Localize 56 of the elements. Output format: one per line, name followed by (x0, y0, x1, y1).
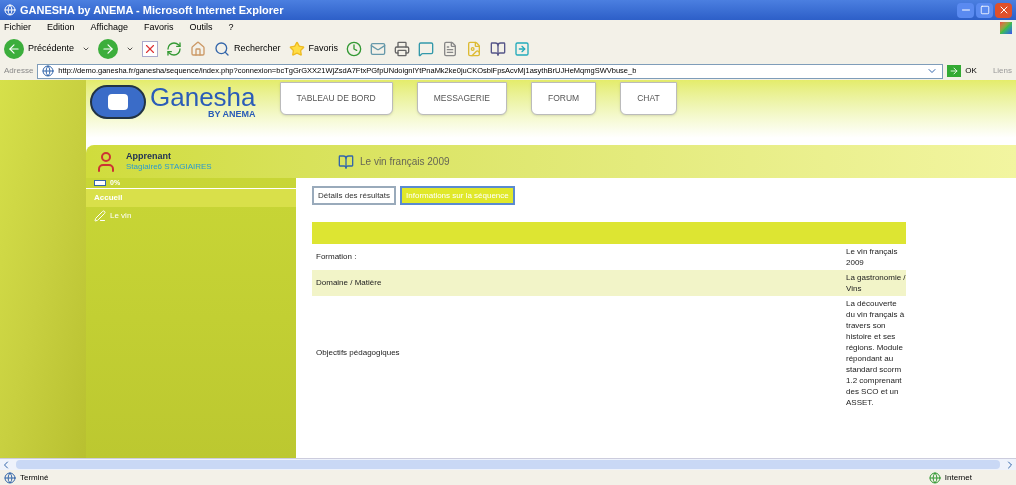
book-icon[interactable] (490, 41, 507, 57)
field-value: Le vin français 2009 (846, 246, 899, 269)
favorites-button[interactable]: Favoris (288, 41, 339, 57)
nav-tab[interactable]: MESSAGERIE (416, 82, 507, 115)
mail-icon[interactable] (370, 41, 387, 57)
field-value: La découverte du vin français à travers son histoire et ses régions. Module répondant au standard scorm 1.2 comprenant des SCO et un ASSET. (846, 298, 906, 409)
book-icon (336, 153, 356, 170)
messenger-icon[interactable] (418, 41, 435, 57)
field-label: Domaine / Matière (315, 277, 383, 289)
window-title: GANESHA by ANEMA - Microsoft Internet Explorer (20, 2, 284, 18)
menu-item[interactable]: Edition (47, 21, 75, 35)
globe-icon (42, 65, 55, 77)
back-button[interactable]: Précédente (4, 39, 75, 59)
search-button[interactable]: Rechercher (214, 41, 281, 57)
refresh-icon[interactable] (166, 41, 183, 57)
caret-icon (82, 45, 91, 53)
nav-tab[interactable]: CHAT (620, 82, 677, 115)
forward-button[interactable] (98, 39, 119, 59)
globe-icon (928, 471, 941, 484)
page-icon (4, 471, 16, 484)
zone-label: Internet (944, 471, 972, 484)
document-icon[interactable] (442, 41, 459, 57)
horizontal-scrollbar[interactable] (0, 458, 1016, 470)
menu-item[interactable]: Outils (189, 21, 213, 35)
link-icon[interactable] (514, 41, 531, 57)
nav-tab[interactable]: FORUM (530, 82, 597, 115)
print-icon[interactable] (394, 41, 411, 57)
ganesha-logo: Ganesha BY ANEMA (90, 84, 256, 119)
pencil-icon (94, 210, 106, 222)
user-role: Apprenant (126, 150, 172, 163)
history-icon[interactable] (346, 41, 363, 57)
content-tab[interactable]: Détails des résultats (312, 186, 397, 205)
field-label: Objectifs pédagogiques (315, 347, 401, 359)
nav-tab[interactable]: TABLEAU DE BORD (279, 82, 393, 115)
home-icon[interactable] (190, 41, 207, 57)
minimize-button[interactable] (957, 2, 974, 18)
stop-icon[interactable] (142, 41, 159, 57)
forward-icon (101, 42, 116, 56)
menu-item[interactable]: ? (228, 21, 234, 35)
star-icon (288, 41, 305, 57)
field-value: La gastronomie / Vins (846, 272, 906, 295)
restore-button[interactable] (976, 2, 993, 18)
back-icon (7, 42, 21, 56)
search-icon (214, 41, 231, 57)
address-label: Adresse (4, 65, 34, 77)
course-title: Le vin français 2009 (360, 155, 450, 169)
restore-icon (979, 5, 990, 15)
field-label: Formation : (315, 251, 358, 263)
close-button[interactable] (995, 2, 1012, 18)
menu-item[interactable]: Favoris (143, 21, 174, 35)
menu-item[interactable]: Fichier (4, 21, 31, 35)
status-text: Terminé (20, 471, 49, 484)
user-name: Stagiaire6 STAGIAIRES (126, 162, 212, 173)
go-arrow-icon (949, 66, 960, 76)
caret-icon (126, 45, 135, 53)
menu-item[interactable]: Affichage (90, 21, 128, 35)
